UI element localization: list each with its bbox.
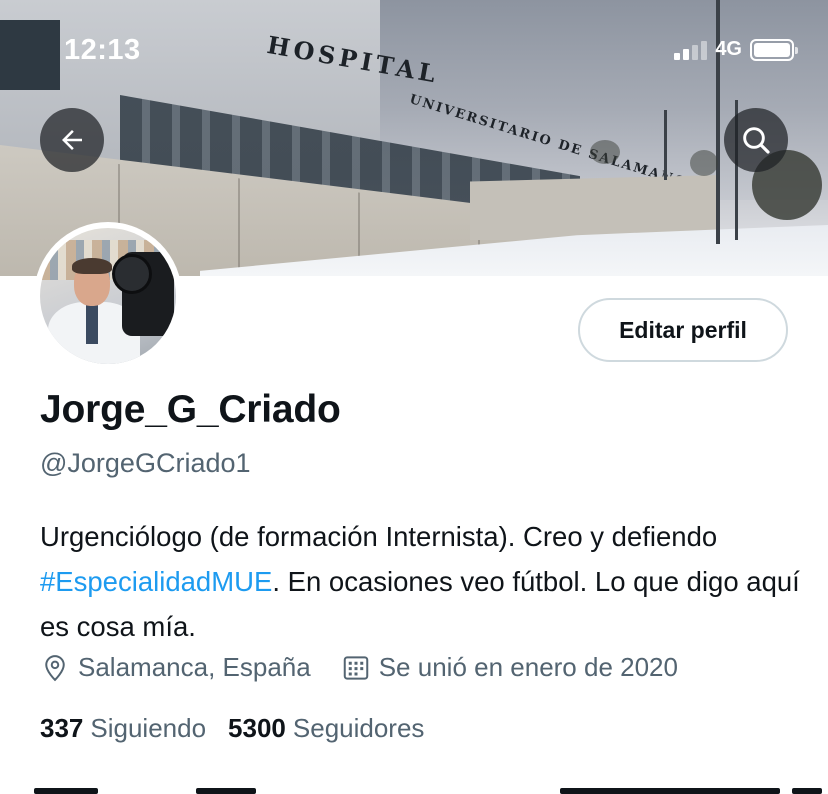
avatar-image <box>40 228 176 364</box>
location-pin-icon <box>45 654 65 681</box>
banner-tree <box>690 150 718 176</box>
network-type: 4G <box>715 38 742 60</box>
followers-count: 5300 <box>228 713 286 743</box>
banner-lamp-pole <box>664 110 667 180</box>
banner-lamp-pole <box>716 0 720 244</box>
join-date: Se unió en enero de 2020 <box>341 652 678 683</box>
calendar-icon <box>343 655 368 680</box>
user-handle: @JorgeGCriado1 <box>40 448 251 478</box>
banner-wall-far <box>470 175 720 240</box>
avatar[interactable] <box>34 222 182 370</box>
search-button[interactable] <box>724 108 788 172</box>
location: Salamanca, España <box>40 652 311 683</box>
followers-link[interactable]: 5300 Seguidores <box>228 713 424 744</box>
battery-icon <box>750 38 798 61</box>
profile-meta: Salamanca, España Se unió en enero de 20… <box>40 652 678 683</box>
status-indicators: 4G <box>674 38 798 61</box>
display-name: Jorge_G_Criado <box>40 388 341 431</box>
edit-profile-button[interactable]: Editar perfil <box>578 298 788 362</box>
location-text: Salamanca, España <box>78 652 311 682</box>
signal-icon <box>674 40 708 60</box>
arrow-left-icon <box>62 130 82 150</box>
following-link[interactable]: 337 Siguiendo <box>40 713 206 744</box>
search-icon <box>743 127 770 154</box>
banner-building-windows <box>0 20 60 90</box>
banner-tree <box>590 140 620 164</box>
bio-hashtag-link[interactable]: #EspecialidadMUE <box>40 566 272 597</box>
join-date-text: Se unió en enero de 2020 <box>378 652 678 682</box>
followers-label: Seguidores <box>292 713 425 743</box>
bio-text: Urgenciólogo (de formación Internista). … <box>40 521 718 552</box>
profile-bio: Urgenciólogo (de formación Internista). … <box>40 514 800 649</box>
back-button[interactable] <box>40 108 104 172</box>
following-count: 337 <box>40 713 84 743</box>
follow-stats: 337 Siguiendo 5300 Seguidores <box>40 713 424 744</box>
status-time: 12:13 <box>64 34 141 66</box>
profile-tabs-peek <box>0 786 828 794</box>
following-label: Siguiendo <box>90 713 207 743</box>
